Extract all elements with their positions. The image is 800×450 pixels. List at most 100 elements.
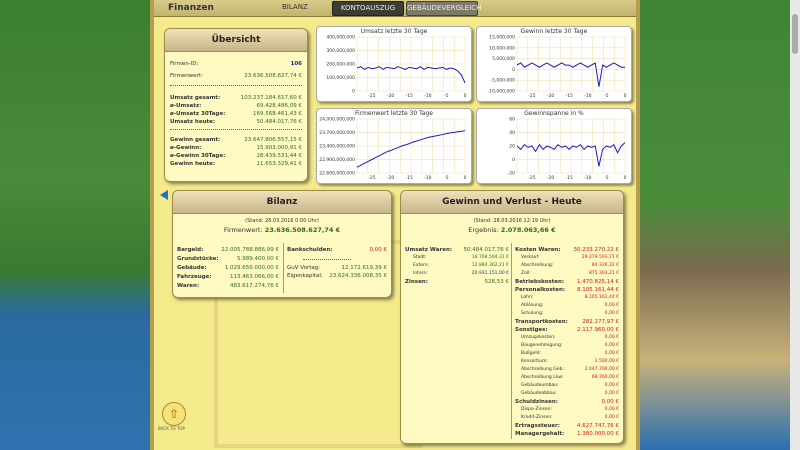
bilanz-aktiva-value: 483.617.274,76 € [230, 283, 279, 289]
guv-income-label: Umsatz Waren: [405, 247, 453, 253]
y-tick-label: 24,000,000,000 [319, 117, 355, 123]
bilanz-firmenwert-label: Firmenwert: [223, 226, 263, 234]
bilanz-passiva-value: 12.172.619,39 € [341, 265, 388, 271]
bilanz-title: Bilanz [173, 191, 391, 214]
y-tick-label: 0 [352, 89, 355, 95]
scrollbar[interactable] [790, 0, 800, 450]
y-tick-label: 200,000,000 [326, 62, 355, 68]
guv-title: Gewinn und Verlust - Heute [401, 191, 623, 214]
bilanz-stand: (Stand: 28.03.2016 0:00 Uhr) [245, 218, 319, 224]
y-tick-label: 100,000,000 [326, 75, 355, 81]
bilanz-passiva-value: 0,00 € [369, 247, 388, 253]
y-tick-label: 60 [509, 117, 515, 123]
guv-cost-label: Personalkosten: [515, 287, 566, 293]
guv-cost-label: Konsortium: [521, 359, 549, 364]
guv-cost-value: 4.627.747,76 € [577, 423, 619, 429]
guv-cost-label: Abschreibung Geb.: [521, 367, 566, 372]
overview-title: Übersicht [165, 29, 307, 52]
guv-cost-value: 875.303,21 € [588, 271, 619, 276]
guv-cost-value: 0,00 € [604, 303, 619, 308]
collapse-arrow-icon[interactable] [160, 190, 168, 200]
guv-income-value: 12.884.362,21 € [471, 263, 509, 268]
guv-cost-label: Schuldzinsen: [515, 399, 558, 405]
guv-cost-value: 1.500,00 € [594, 359, 619, 364]
chart-umsatz: Umsatz letzte 30 Tage 400,000,000 300,000… [316, 26, 472, 102]
guv-stand: (Stand: 28.03.2016 12:19 Uhr) [473, 218, 551, 224]
separator [170, 129, 302, 130]
overview-value: 69.428.486,09 € [256, 103, 303, 109]
x-tick-label: -10 [424, 93, 431, 99]
back-to-top-button[interactable]: ⇧ [162, 402, 186, 426]
guv-cost-label: Ablösung: [521, 303, 544, 308]
guv-cost-label: Gebäudeumbau: [521, 383, 559, 388]
firmenwert-value: 23.636.508.627,74 € [244, 73, 302, 79]
tab-kontoauszug[interactable]: KONTOAUSZUG [332, 1, 404, 16]
y-tick-label: -20 [508, 171, 515, 177]
y-tick-label: 23,400,000,000 [319, 144, 355, 150]
scrollbar-thumb[interactable] [792, 14, 798, 54]
bilanz-passiva-label: Eigenkapital: [287, 273, 323, 279]
overview-value: 169.568.461,43 € [253, 111, 302, 117]
x-tick-label: -10 [424, 175, 431, 181]
guv-cost-label: Transportkosten: [515, 319, 568, 325]
bilanz-box: Bilanz (Stand: 28.03.2016 0:00 Uhr) Firm… [172, 190, 392, 298]
guv-income-label: Stadt: [413, 255, 427, 260]
guv-cost-label: Gebäudeabbau: [521, 391, 557, 396]
guv-cost-label: Kredit-Zinsen: [521, 415, 553, 420]
x-tick-label: -20 [387, 175, 394, 181]
x-tick-label: -10 [584, 175, 591, 181]
y-tick-label: 20 [509, 144, 515, 150]
guv-cost-value: 0,00 € [604, 311, 619, 316]
bilanz-aktiva-value: 5.989.400,00 € [237, 256, 279, 262]
guv-income-label: Zinsen: [405, 279, 428, 285]
guv-cost-label: Kosten Waren: [515, 247, 561, 253]
y-tick-label: -10,000,000 [488, 89, 516, 95]
x-tick-label: -5 [604, 175, 609, 181]
x-tick-label: 0 [624, 93, 627, 99]
overview-label: Gewinn heute: [170, 161, 216, 167]
overview-label: Umsatz heute: [170, 119, 216, 125]
overview-label: ø-Umsatz 30Tage: [170, 111, 226, 117]
guv-cost-value: 2.047.700,00 € [584, 367, 619, 372]
tab-gebaeudevergleich[interactable]: GEBÄUDEVERGLEICH [406, 1, 481, 16]
guv-cost-value: 84.326,32 € [591, 263, 619, 268]
tab-bilanz[interactable]: BILANZ [282, 1, 308, 14]
guv-cost-value: 2.117.960,00 € [577, 327, 619, 333]
guv-ergebnis-label: Ergebnis: [468, 226, 499, 234]
guv-cost-value: 8.105.161,44 € [584, 295, 619, 300]
guv-cost-label: Sonstiges: [515, 327, 548, 333]
guv-cost-value: 1.470.825,14 € [577, 279, 619, 285]
overview-label: Umsatz gesamt: [170, 95, 221, 101]
guv-income-value: 50.484.017,76 € [463, 247, 510, 253]
bilanz-aktiva-label: Gebäude: [177, 265, 207, 271]
guv-cost-label: Bußgeld: [521, 351, 542, 356]
bilanz-passiva-value: 23.624.336.008,35 € [329, 273, 387, 279]
x-tick-label: -5 [444, 175, 449, 181]
guv-cost-value: 68.760,00 € [591, 375, 619, 380]
guv-cost-value: 0,00 € [601, 399, 620, 405]
y-tick-label: 0 [512, 67, 515, 73]
page-title: Finanzen [168, 3, 214, 13]
y-tick-label: 400,000,000 [326, 35, 355, 41]
x-tick-label: -5 [444, 93, 449, 99]
guv-cost-label: Zoll: [521, 271, 531, 276]
bilanz-aktiva-value: 1.029.650.000,00 € [224, 265, 279, 271]
guv-cost-value: 282.277,97 € [582, 319, 619, 325]
bilanz-aktiva-label: Bargeld: [177, 247, 204, 253]
y-tick-label: 5,000,000 [492, 56, 515, 62]
guv-cost-value: 0,00 € [604, 391, 619, 396]
top-bar: Finanzen BILANZ KONTOAUSZUG GEBÄUDEVERGL… [154, 0, 636, 17]
guv-ergebnis-value: 2.078.063,66 € [500, 226, 556, 234]
bilanz-aktiva-value: 113.463.066,00 € [230, 274, 279, 280]
bilanz-aktiva-label: Grundstücke: [177, 256, 219, 262]
back-to-top-label: BACK TO TOP [158, 426, 185, 431]
separator [170, 85, 302, 86]
guv-cost-value: 0,00 € [604, 351, 619, 356]
guv-income-value: 16.768.504,31 € [471, 255, 509, 260]
y-tick-label: 10,000,000 [489, 45, 515, 51]
x-tick-label: -10 [584, 93, 591, 99]
guv-cost-value: 0,00 € [604, 343, 619, 348]
guv-cost-label: Abschreibung Lkw: [521, 375, 564, 380]
overview-label: ø-Umsatz: [170, 103, 202, 109]
overview-label: ø-Gewinn 30Tage: [170, 153, 226, 159]
